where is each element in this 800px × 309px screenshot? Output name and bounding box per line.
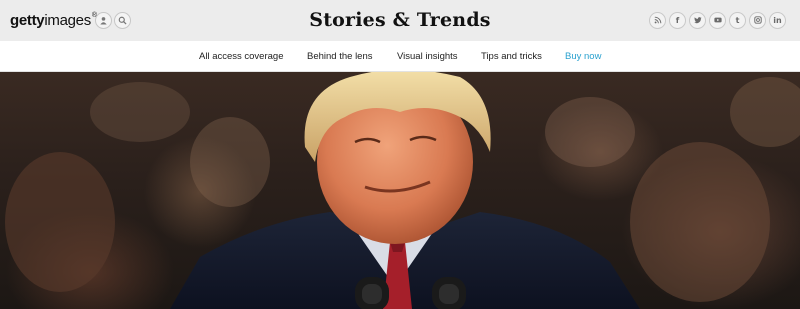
tumblr-button[interactable]: t [729, 12, 746, 29]
twitter-button[interactable] [689, 12, 706, 29]
nav-buy-now[interactable]: Buy now [565, 51, 601, 62]
youtube-icon [713, 16, 722, 26]
hero-photo-illustration [5, 72, 800, 309]
linkedin-icon: in [773, 16, 782, 25]
nav-visual-insights[interactable]: Visual insights [397, 51, 458, 62]
facebook-icon: f [675, 16, 680, 25]
nav-tips-and-tricks[interactable]: Tips and tricks [481, 51, 542, 62]
twitter-icon [693, 16, 702, 26]
instagram-button[interactable] [749, 12, 766, 29]
nav-all-access-coverage[interactable]: All access coverage [199, 51, 283, 62]
main-nav: All access coverage Behind the lens Visu… [0, 41, 800, 72]
youtube-button[interactable] [709, 12, 726, 29]
hero-image [0, 72, 800, 309]
rss-icon [654, 16, 662, 26]
top-bar: gettyimages® Stories & Trends f t in [0, 0, 800, 41]
facebook-button[interactable]: f [669, 12, 686, 29]
tumblr-icon: t [735, 16, 740, 25]
nav-behind-the-lens[interactable]: Behind the lens [307, 51, 373, 62]
instagram-icon [753, 15, 762, 26]
linkedin-button[interactable]: in [769, 12, 786, 29]
rss-button[interactable] [649, 12, 666, 29]
